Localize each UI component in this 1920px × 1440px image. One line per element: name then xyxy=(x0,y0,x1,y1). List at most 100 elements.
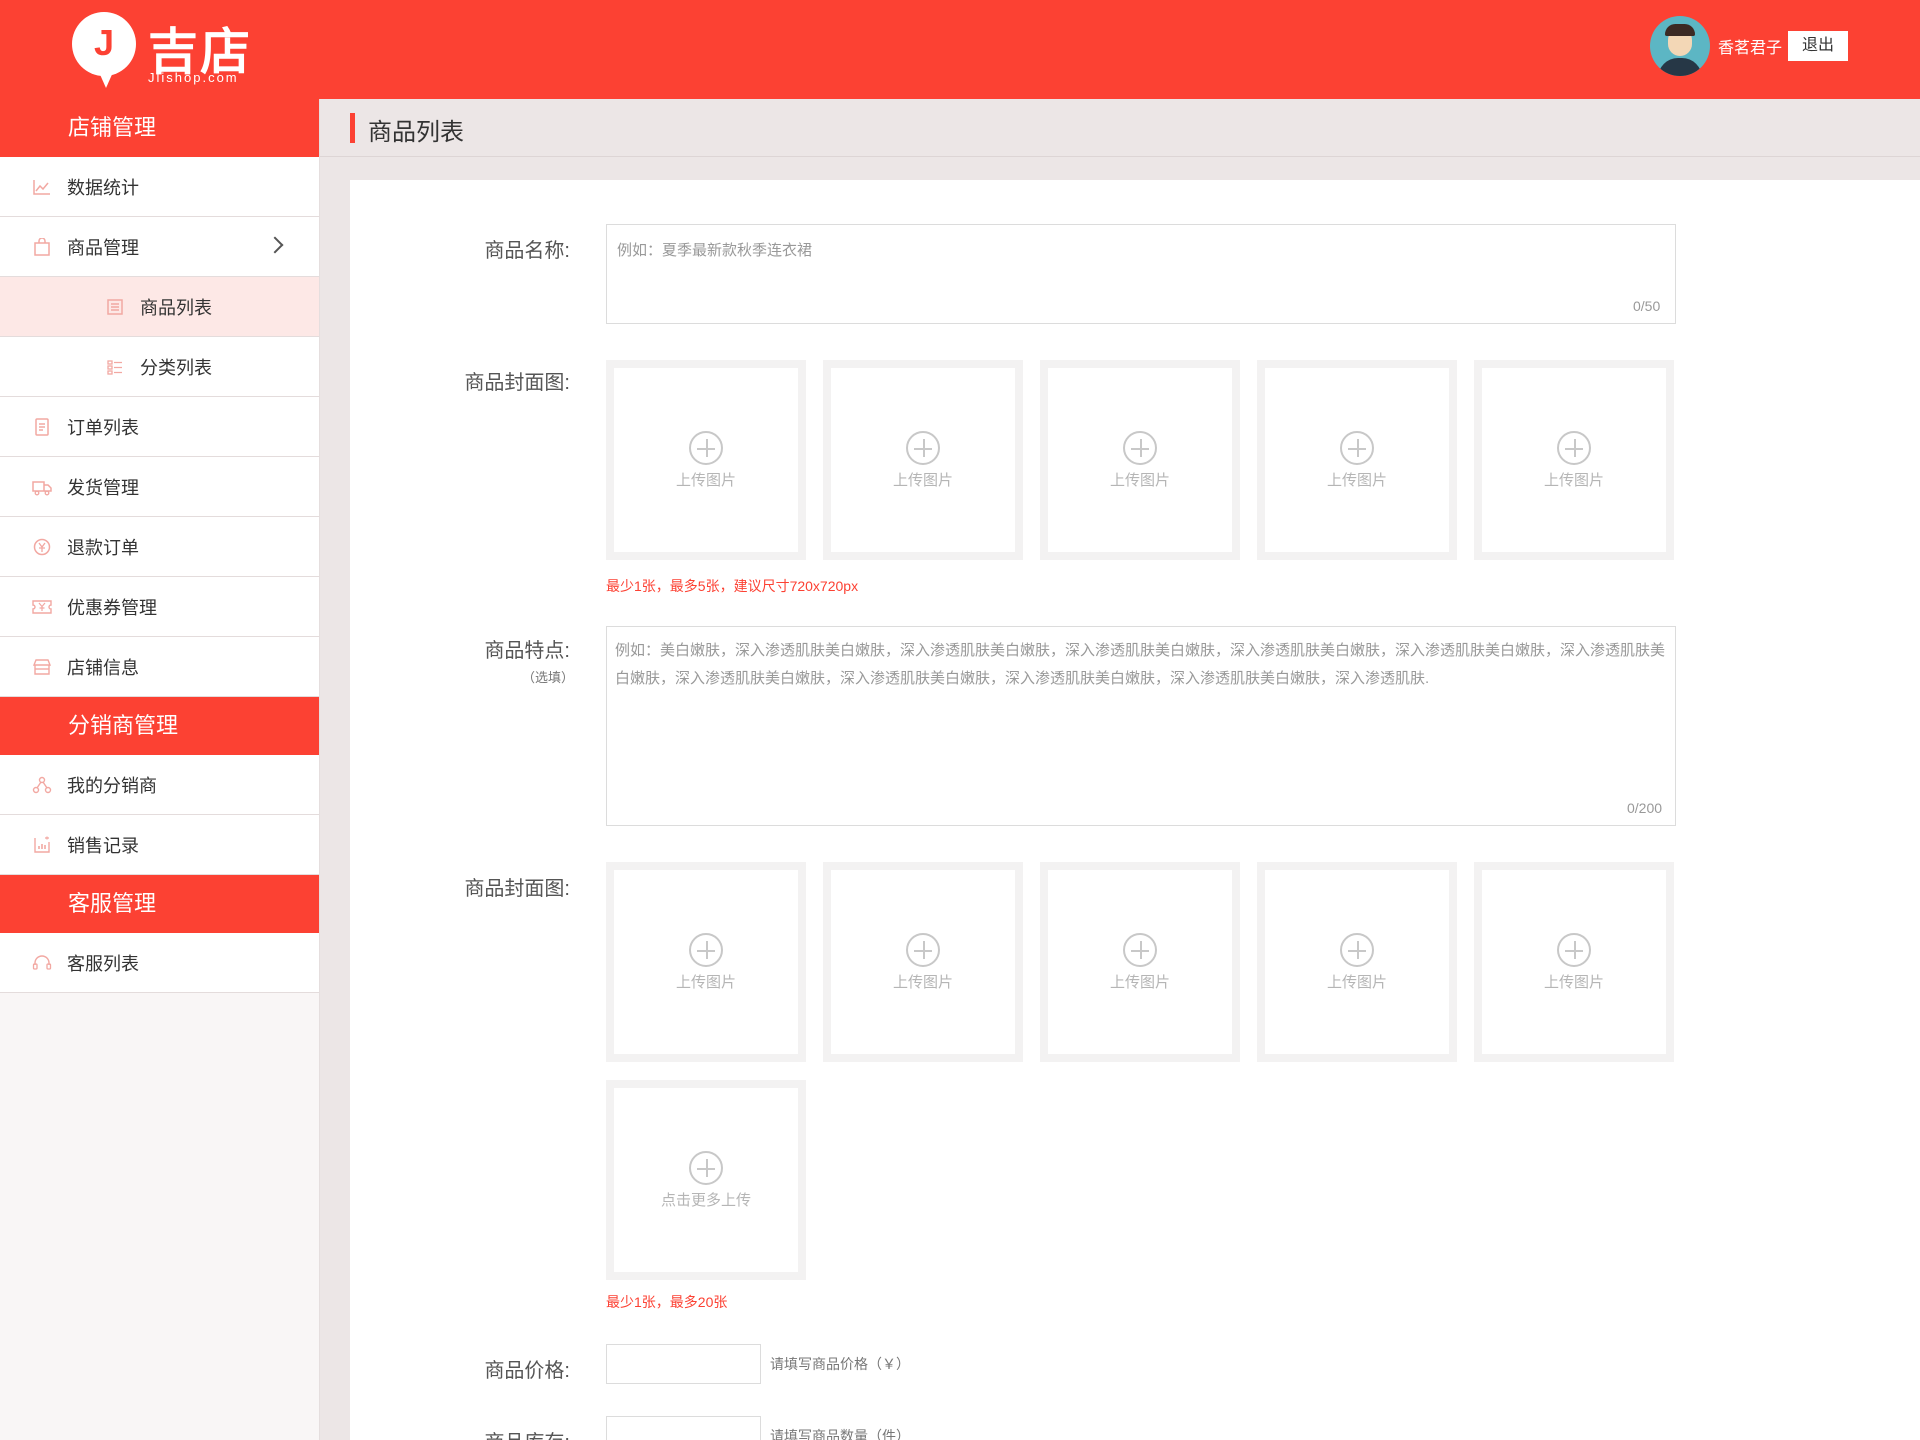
cover-upload-tile[interactable]: 上传图片 xyxy=(1040,360,1240,560)
logo[interactable]: J 吉店 Jlishop.com xyxy=(72,10,262,90)
plus-circle-icon xyxy=(689,932,723,967)
truck-icon xyxy=(32,477,52,497)
product-name-placeholder: 例如：夏季最新款秋季连衣裙 xyxy=(617,242,813,259)
shop-icon xyxy=(32,657,52,677)
plus-circle-icon xyxy=(689,1150,723,1185)
sidebar-item-label: 分类列表 xyxy=(140,357,212,378)
sidebar-item-coupon[interactable]: 优惠券管理 xyxy=(0,577,319,637)
sidebar-item-refund[interactable]: 退款订单 xyxy=(0,517,319,577)
plus-circle-icon xyxy=(906,430,940,465)
gallery-upload-tile[interactable]: 上传图片 xyxy=(823,862,1023,1062)
upload-label: 上传图片 xyxy=(1543,973,1604,991)
sidebar-item-label: 订单列表 xyxy=(67,417,139,438)
sidebar-item-label: 客服列表 xyxy=(67,953,139,974)
plus-circle-icon xyxy=(1340,430,1374,465)
sidebar-item-label: 销售记录 xyxy=(67,835,139,856)
sidebar-item-store-info[interactable]: 店铺信息 xyxy=(0,637,319,697)
avatar[interactable] xyxy=(1649,16,1710,76)
sidebar-item-statistics[interactable]: 数据统计 xyxy=(0,157,319,217)
plus-circle-icon xyxy=(1340,932,1374,967)
feature-textarea[interactable]: 例如：美白嫩肤，深入渗透肌肤美白嫩肤，深入渗透肌肤美白嫩肤，深入渗透肌肤美白嫩肤… xyxy=(606,626,1676,826)
user-area: 香茗君子 退出 xyxy=(1649,16,1848,76)
feature-label-text: 商品特点: xyxy=(484,640,570,662)
product-form-panel: 商品名称: 例如：夏季最新款秋季连衣裙 0/50 商品封面图: 上传图片 上传图… xyxy=(350,180,1920,1440)
logo-domain: Jlishop.com xyxy=(148,70,239,85)
sidebar-item-goods-list[interactable]: 商品列表 xyxy=(0,277,319,337)
upload-label: 上传图片 xyxy=(892,973,953,991)
chevron-right-icon[interactable] xyxy=(266,236,284,254)
logout-button[interactable]: 退出 xyxy=(1788,31,1848,61)
sidebar-item-label: 商品列表 xyxy=(140,297,212,318)
headset-icon xyxy=(32,953,52,973)
upload-label: 上传图片 xyxy=(1109,471,1170,489)
upload-label: 上传图片 xyxy=(1543,471,1604,489)
content-header: 商品列表 xyxy=(320,99,1920,157)
stock-input[interactable] xyxy=(606,1416,761,1440)
sales-icon xyxy=(32,835,52,855)
cover-upload-tile[interactable]: 上传图片 xyxy=(1257,360,1457,560)
upload-label: 上传图片 xyxy=(675,973,736,991)
title-accent-bar xyxy=(350,113,355,143)
plus-circle-icon xyxy=(1557,932,1591,967)
gallery-upload-tile[interactable]: 上传图片 xyxy=(1474,862,1674,1062)
chart-icon xyxy=(32,177,52,197)
gallery-image-label: 商品封面图: xyxy=(464,878,570,900)
upload-label: 上传图片 xyxy=(675,471,736,489)
sidebar-item-sales-records[interactable]: 销售记录 xyxy=(0,815,319,875)
feature-placeholder: 例如：美白嫩肤，深入渗透肌肤美白嫩肤，深入渗透肌肤美白嫩肤，深入渗透肌肤美白嫩肤… xyxy=(615,642,1666,687)
avatar-hair xyxy=(1664,24,1695,36)
cover-upload-tile[interactable]: 上传图片 xyxy=(606,360,806,560)
refund-icon xyxy=(32,537,52,557)
sidebar-section-distributor[interactable]: 分销商管理 xyxy=(0,697,319,755)
stock-hint: 请填写商品数量（件） xyxy=(770,1428,910,1440)
sidebar-item-label: 商品管理 xyxy=(67,237,139,258)
sidebar-item-label: 数据统计 xyxy=(67,177,139,198)
page-title: 商品列表 xyxy=(368,119,464,146)
product-name-input[interactable]: 例如：夏季最新款秋季连衣裙 xyxy=(606,224,1676,324)
sidebar-item-label: 店铺信息 xyxy=(67,657,139,678)
gallery-image-grid: 上传图片 上传图片 上传图片 上传图片 上传图片 xyxy=(606,862,1674,1062)
username[interactable]: 香茗君子 xyxy=(1718,34,1782,58)
sidebar-section-customer-service[interactable]: 客服管理 xyxy=(0,875,319,933)
sidebar-item-label: 发货管理 xyxy=(67,477,139,498)
plus-circle-icon xyxy=(906,932,940,967)
price-hint: 请填写商品价格（￥） xyxy=(770,1356,910,1372)
gallery-upload-tile[interactable]: 上传图片 xyxy=(1040,862,1240,1062)
plus-circle-icon xyxy=(689,430,723,465)
sidebar-item-order-list[interactable]: 订单列表 xyxy=(0,397,319,457)
more-upload-tile[interactable]: 点击更多上传 xyxy=(606,1080,806,1280)
gallery-upload-tile[interactable]: 上传图片 xyxy=(1257,862,1457,1062)
upload-label: 上传图片 xyxy=(892,471,953,489)
cover-image-grid: 上传图片 上传图片 上传图片 上传图片 上传图片 xyxy=(606,360,1674,560)
price-label: 商品价格: xyxy=(484,1360,570,1382)
sidebar-item-shipping[interactable]: 发货管理 xyxy=(0,457,319,517)
sidebar-item-category-list[interactable]: 分类列表 xyxy=(0,337,319,397)
feature-optional-note: （选填） xyxy=(521,670,574,685)
gallery-upload-tile[interactable]: 上传图片 xyxy=(606,862,806,1062)
sidebar-item-customer-service-list[interactable]: 客服列表 xyxy=(0,933,319,993)
price-input[interactable] xyxy=(606,1344,761,1384)
plus-circle-icon xyxy=(1557,430,1591,465)
cover-upload-tile[interactable]: 上传图片 xyxy=(823,360,1023,560)
stock-label: 商品库存: xyxy=(350,1426,570,1440)
cover-upload-tile[interactable]: 上传图片 xyxy=(1474,360,1674,560)
avatar-body xyxy=(1657,58,1702,76)
list-icon xyxy=(105,297,125,317)
sidebar-section-store[interactable]: 店铺管理 xyxy=(0,99,319,157)
top-header: J 吉店 Jlishop.com 香茗君子 退出 xyxy=(0,0,1920,99)
category-icon xyxy=(105,357,125,377)
feature-counter: 0/200 xyxy=(1627,800,1663,816)
bag-icon xyxy=(32,237,52,257)
sidebar-item-my-distributors[interactable]: 我的分销商 xyxy=(0,755,319,815)
product-name-counter: 0/50 xyxy=(1633,298,1661,314)
sidebar-item-label: 退款订单 xyxy=(67,537,139,558)
feature-label: 商品特点: （选填） xyxy=(350,634,574,686)
upload-label: 上传图片 xyxy=(1326,973,1387,991)
sidebar-item-label: 优惠券管理 xyxy=(67,597,157,618)
gallery-more-grid: 点击更多上传 xyxy=(606,1080,806,1280)
sidebar-item-goods-management[interactable]: 商品管理 xyxy=(0,217,319,277)
upload-label: 上传图片 xyxy=(1109,973,1170,991)
upload-label: 上传图片 xyxy=(1326,471,1387,489)
network-icon xyxy=(32,775,52,795)
cover-image-hint: 最少1张，最多5张，建议尺寸720x720px xyxy=(606,578,859,594)
